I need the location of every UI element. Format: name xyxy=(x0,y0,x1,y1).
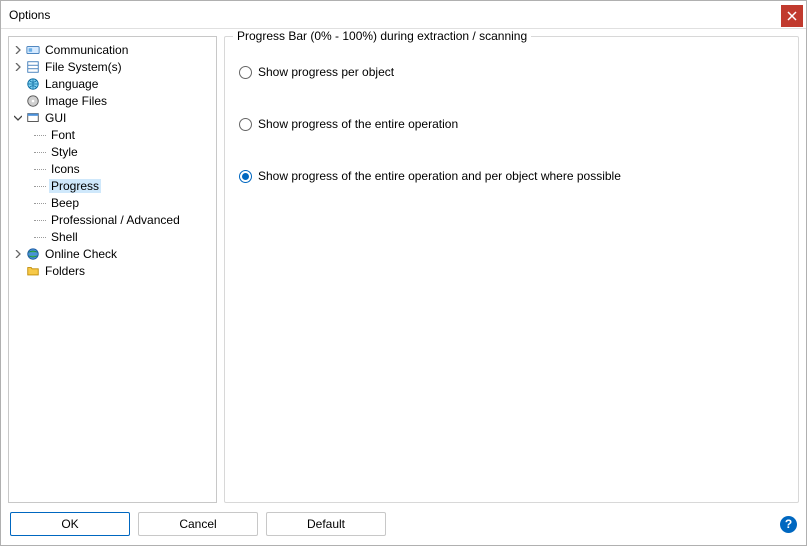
window-title: Options xyxy=(9,8,50,22)
online-check-icon xyxy=(25,246,41,262)
tree-label: GUI xyxy=(43,111,68,125)
tree-item-font[interactable]: Font xyxy=(11,126,214,143)
tree-item-style[interactable]: Style xyxy=(11,143,214,160)
radio-icon xyxy=(239,118,252,131)
button-label: Cancel xyxy=(179,517,216,531)
button-label: OK xyxy=(61,517,78,531)
button-label: Default xyxy=(307,517,345,531)
button-bar: OK Cancel Default ? xyxy=(1,503,806,545)
folders-icon xyxy=(25,263,41,279)
tree-item-shell[interactable]: Shell xyxy=(11,228,214,245)
default-button[interactable]: Default xyxy=(266,512,386,536)
tree-item-gui[interactable]: GUI xyxy=(11,109,214,126)
ok-button[interactable]: OK xyxy=(10,512,130,536)
radio-label: Show progress per object xyxy=(258,65,394,79)
expand-icon[interactable] xyxy=(11,250,25,258)
tree-label: Shell xyxy=(49,230,80,244)
tree-item-professional[interactable]: Professional / Advanced xyxy=(11,211,214,228)
help-icon: ? xyxy=(785,517,792,531)
tree-label: Language xyxy=(43,77,100,91)
radio-label: Show progress of the entire operation an… xyxy=(258,169,621,183)
radio-entire-and-per-object[interactable]: Show progress of the entire operation an… xyxy=(239,169,784,183)
cancel-button[interactable]: Cancel xyxy=(138,512,258,536)
tree-item-icons[interactable]: Icons xyxy=(11,160,214,177)
tree-item-progress[interactable]: Progress xyxy=(11,177,214,194)
close-icon xyxy=(787,11,797,21)
tree-label: Style xyxy=(49,145,80,159)
tree-label: Communication xyxy=(43,43,130,57)
tree-label: Progress xyxy=(49,179,101,193)
tree-label: Icons xyxy=(49,162,82,176)
gui-icon xyxy=(25,110,41,126)
tree-label: File System(s) xyxy=(43,60,124,74)
tree-label: Folders xyxy=(43,264,87,278)
tree-item-language[interactable]: Language xyxy=(11,75,214,92)
tree-label: Professional / Advanced xyxy=(49,213,182,227)
tree-item-filesystem[interactable]: File System(s) xyxy=(11,58,214,75)
tree-label: Font xyxy=(49,128,77,142)
image-files-icon xyxy=(25,93,41,109)
language-icon xyxy=(25,76,41,92)
tree-item-communication[interactable]: Communication xyxy=(11,41,214,58)
radio-icon xyxy=(239,170,252,183)
groupbox-title: Progress Bar (0% - 100%) during extracti… xyxy=(233,29,531,43)
collapse-icon[interactable] xyxy=(11,114,25,122)
radio-per-object[interactable]: Show progress per object xyxy=(239,65,784,79)
expand-icon[interactable] xyxy=(11,46,25,54)
options-tree[interactable]: Communication File System(s) Language Im… xyxy=(8,36,217,503)
tree-item-folders[interactable]: Folders xyxy=(11,262,214,279)
tree-label: Image Files xyxy=(43,94,109,108)
expand-icon[interactable] xyxy=(11,63,25,71)
progress-groupbox: Progress Bar (0% - 100%) during extracti… xyxy=(224,36,799,503)
radio-entire-operation[interactable]: Show progress of the entire operation xyxy=(239,117,784,131)
tree-label: Beep xyxy=(49,196,81,210)
tree-item-onlinecheck[interactable]: Online Check xyxy=(11,245,214,262)
settings-pane: Progress Bar (0% - 100%) during extracti… xyxy=(224,36,799,503)
close-button[interactable] xyxy=(781,5,803,27)
tree-label: Online Check xyxy=(43,247,119,261)
radio-label: Show progress of the entire operation xyxy=(258,117,458,131)
tree-item-imagefiles[interactable]: Image Files xyxy=(11,92,214,109)
tree-item-beep[interactable]: Beep xyxy=(11,194,214,211)
titlebar: Options xyxy=(1,1,806,29)
content-area: Communication File System(s) Language Im… xyxy=(1,29,806,503)
filesystem-icon xyxy=(25,59,41,75)
help-button[interactable]: ? xyxy=(780,516,797,533)
communication-icon xyxy=(25,42,41,58)
radio-icon xyxy=(239,66,252,79)
